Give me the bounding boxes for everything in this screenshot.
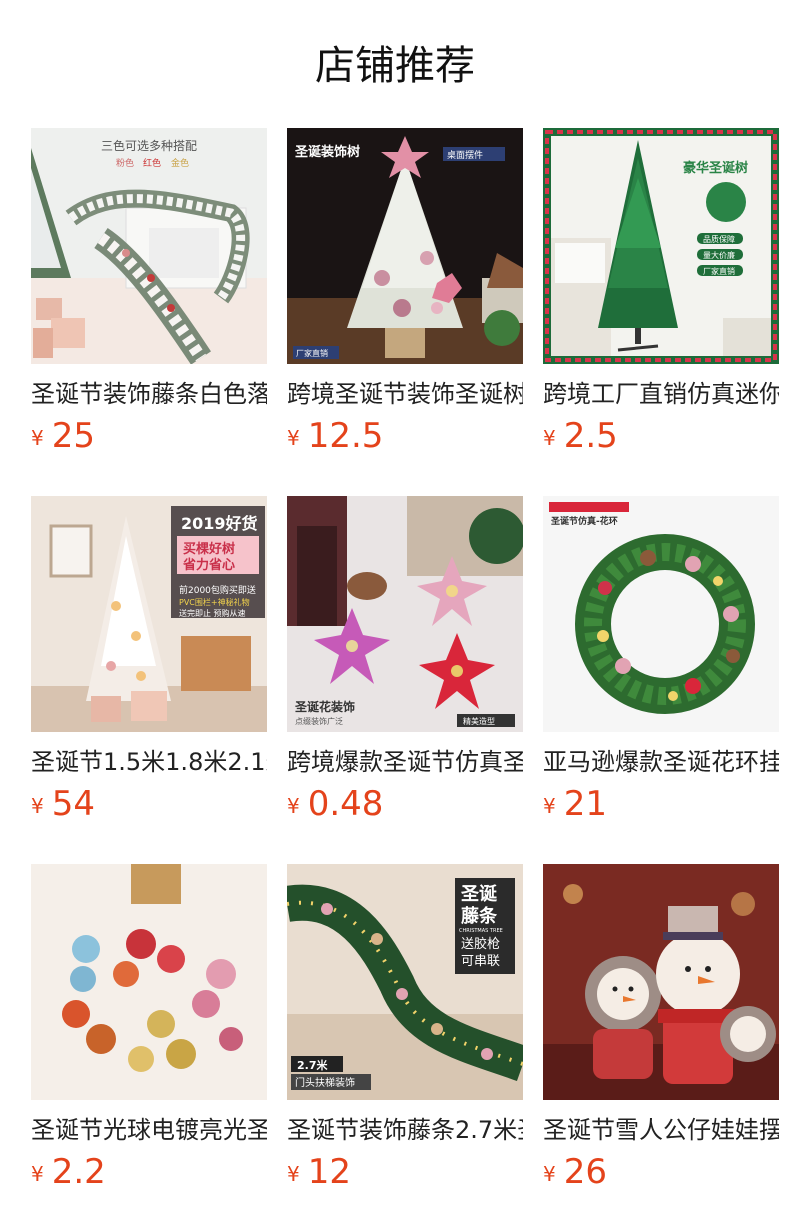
image-caption: 金色: [171, 157, 189, 169]
image-caption: 红色: [143, 157, 161, 169]
product-price: ¥12.5: [287, 412, 523, 460]
product-name[interactable]: 亚马逊爆款圣诞花环挂件: [543, 744, 779, 780]
image-caption: 粉色: [116, 157, 134, 169]
image-caption: 圣诞: [460, 883, 498, 905]
product-image[interactable]: [31, 864, 267, 1100]
product-image[interactable]: 2019好货 买棵好树 省力省心 前2000包购买即送 PVC围栏+神秘礼物 送…: [31, 496, 267, 732]
currency-symbol: ¥: [287, 1162, 300, 1186]
currency-symbol: ¥: [31, 1162, 44, 1186]
currency-symbol: ¥: [543, 426, 556, 450]
product-name[interactable]: 跨境工厂直销仿真迷你圣诞树: [543, 376, 779, 412]
currency-symbol: ¥: [31, 794, 44, 818]
price-value: 2.2: [51, 1152, 106, 1192]
image-caption: 厂家直销: [703, 266, 735, 276]
product-price: ¥21: [543, 780, 779, 828]
product-card[interactable]: 圣诞节雪人公仔娃娃摆件 ¥26: [543, 864, 779, 1204]
image-caption: CHRISTMAS TREE: [459, 928, 503, 934]
product-image[interactable]: 圣诞节仿真-花环: [543, 496, 779, 732]
currency-symbol: ¥: [287, 426, 300, 450]
price-value: 26: [563, 1152, 607, 1192]
product-price: ¥0.48: [287, 780, 523, 828]
image-caption: 省力省心: [182, 557, 235, 573]
image-caption: 藤条: [461, 905, 498, 927]
product-card[interactable]: 圣诞节光球电镀亮光圣诞球 ¥2.2: [31, 864, 267, 1204]
product-image[interactable]: 圣诞装饰树 桌面摆件 厂家直销: [287, 128, 523, 364]
image-caption: 圣诞花装饰: [294, 699, 355, 714]
image-caption: 品质保障: [703, 234, 735, 244]
currency-symbol: ¥: [543, 794, 556, 818]
image-caption: 厂家直销: [296, 348, 328, 358]
price-value: 21: [563, 784, 607, 824]
image-caption: 精美造型: [463, 716, 495, 726]
product-price: ¥25: [31, 412, 267, 460]
price-value: 2.5: [563, 416, 618, 456]
image-caption: 圣诞节仿真-花环: [551, 515, 618, 527]
price-value: 25: [51, 416, 95, 456]
product-price: ¥26: [543, 1148, 779, 1196]
price-value: 12.5: [307, 416, 384, 456]
currency-symbol: ¥: [31, 426, 44, 450]
product-price: ¥2.2: [31, 1148, 267, 1196]
product-card[interactable]: 圣诞 藤条 CHRISTMAS TREE 送胶枪 可串联 2.7米 门头扶梯装饰…: [287, 864, 523, 1204]
image-caption: 送完即止 预购从速: [179, 608, 246, 618]
page-title: 店铺推荐: [315, 43, 475, 89]
product-card[interactable]: 豪华圣诞树 品质保障 量大价廉 厂家直销 跨境工厂直销仿真迷你圣诞树 ¥2.5: [543, 128, 779, 468]
product-image[interactable]: [543, 864, 779, 1100]
product-name[interactable]: 圣诞节1.5米1.8米2.1米落雪圣诞树: [31, 744, 267, 780]
image-caption: 门头扶梯装饰: [295, 1076, 355, 1089]
product-name[interactable]: 跨境爆款圣诞节仿真圣诞花: [287, 744, 523, 780]
price-value: 54: [51, 784, 95, 824]
image-caption: 量大价廉: [703, 250, 735, 260]
price-value: 0.48: [307, 784, 384, 824]
product-card[interactable]: 圣诞节仿真-花环 亚马逊爆款圣诞花环挂件 ¥21: [543, 496, 779, 836]
product-name[interactable]: 跨境圣诞节装饰圣诞树桌面摆件: [287, 376, 523, 412]
image-caption: 圣诞装饰树: [295, 144, 360, 160]
product-card[interactable]: 圣诞装饰树 桌面摆件 厂家直销 跨境圣诞节装饰圣诞树桌面摆件 ¥12.5: [287, 128, 523, 468]
product-name[interactable]: 圣诞节雪人公仔娃娃摆件: [543, 1112, 779, 1148]
product-name[interactable]: 圣诞节装饰藤条白色落雪仿真圣诞藤条: [31, 376, 267, 412]
product-image[interactable]: 圣诞 藤条 CHRISTMAS TREE 送胶枪 可串联 2.7米 门头扶梯装饰: [287, 864, 523, 1100]
product-image[interactable]: 豪华圣诞树 品质保障 量大价廉 厂家直销: [543, 128, 779, 364]
product-name[interactable]: 圣诞节装饰藤条2.7米圣诞藤条: [287, 1112, 523, 1148]
currency-symbol: ¥: [543, 1162, 556, 1186]
image-caption: 前2000包购买即送: [179, 584, 256, 596]
image-caption: 可串联: [461, 954, 500, 969]
product-card[interactable]: 2019好货 买棵好树 省力省心 前2000包购买即送 PVC围栏+神秘礼物 送…: [31, 496, 267, 836]
image-caption: 三色可选多种搭配: [101, 139, 197, 153]
product-name[interactable]: 圣诞节光球电镀亮光圣诞球: [31, 1112, 267, 1148]
currency-symbol: ¥: [287, 794, 300, 818]
product-price: ¥2.5: [543, 412, 779, 460]
product-image[interactable]: 三色可选多种搭配 粉色 红色 金色: [31, 128, 267, 364]
image-caption: 2019好货: [181, 514, 258, 533]
image-caption: 送胶枪: [461, 936, 500, 952]
image-caption: 桌面摆件: [447, 149, 483, 161]
image-caption: 豪华圣诞树: [683, 160, 748, 176]
image-caption: 2.7米: [297, 1058, 328, 1072]
image-caption: 买棵好树: [183, 541, 235, 557]
product-image[interactable]: 圣诞花装饰 点缀装饰广泛 精美造型: [287, 496, 523, 732]
product-card[interactable]: 圣诞花装饰 点缀装饰广泛 精美造型 跨境爆款圣诞节仿真圣诞花 ¥0.48: [287, 496, 523, 836]
image-caption: PVC围栏+神秘礼物: [179, 597, 250, 607]
price-value: 12: [307, 1152, 351, 1192]
product-price: ¥12: [287, 1148, 523, 1196]
image-caption: 点缀装饰广泛: [295, 716, 343, 726]
product-price: ¥54: [31, 780, 267, 828]
product-card[interactable]: 三色可选多种搭配 粉色 红色 金色 圣诞节装饰藤条白色落雪仿真圣诞藤条 ¥25: [31, 128, 267, 468]
